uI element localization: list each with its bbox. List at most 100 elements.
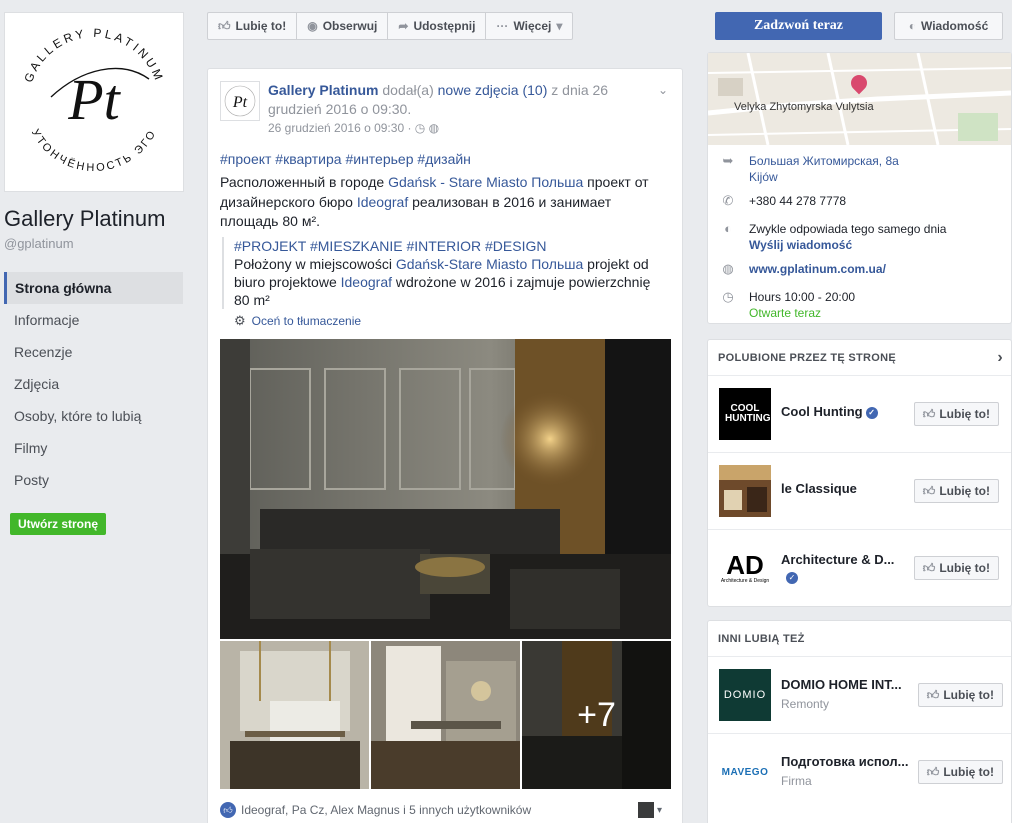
- address-city: Kijów: [749, 170, 778, 184]
- translated-ideograf-link[interactable]: Ideograf: [341, 274, 392, 290]
- mavego-logo[interactable]: MAVEGO: [719, 746, 771, 798]
- rate-translation-link[interactable]: ⚙ Oceń to tłumaczenie: [234, 313, 361, 329]
- le-classique-logo[interactable]: [719, 465, 771, 517]
- profile-picture[interactable]: GALLERY PLATINUM УТОНЧЁННОСТЬ ЭГО Pt: [4, 12, 184, 192]
- sidebar-item-videos[interactable]: Filmy: [4, 432, 183, 464]
- timestamp-text: 26 grudzień 2016 o 09:30 ·: [268, 121, 415, 135]
- caret-down-icon: ▾: [657, 804, 663, 816]
- message-button[interactable]: ◐ Wiadomość: [894, 12, 1003, 40]
- post-hashtags[interactable]: #проект #квартира #интерьер #дизайн: [220, 151, 471, 167]
- like-page-button[interactable]: 👍︎ Lubię to!: [917, 683, 1003, 707]
- website-row[interactable]: ◍ www.gplatinum.com.ua/: [720, 261, 886, 277]
- liked-page-item: COOL HUNTING Cool Hunting ✓ 👍︎ Lubię to!: [708, 376, 1011, 453]
- others-like-card: INNI LUBIĄ TEŻ DOMIO DOMIO HOME INT... R…: [707, 620, 1012, 823]
- more-photos-overlay[interactable]: +7: [522, 641, 671, 789]
- share-arrow-icon: ➦: [398, 19, 409, 33]
- address-row[interactable]: ➥ Большая Житомирская, 8а Kijów: [720, 153, 899, 185]
- suggested-page-name[interactable]: Подготовка испол...: [781, 754, 909, 769]
- follow-button[interactable]: ◉ Obserwuj: [296, 12, 389, 40]
- rss-icon: ◉: [307, 19, 318, 33]
- post-options-chevron-icon[interactable]: ⌄: [658, 83, 668, 97]
- sidebar-nav: Strona główna Informacje Recenzje Zdjęci…: [4, 272, 183, 496]
- location-link[interactable]: Gdańsk - Stare Miasto Польша: [388, 174, 583, 190]
- translation-block: #PROJEKT #MIESZKANIE #INTERIOR #DESIGN P…: [222, 237, 662, 309]
- response-time-text: Zwykle odpowiada tego samego dnia: [749, 222, 947, 236]
- liked-by-page-title: POLUBIONE PRZEZ TĘ STRONĘ: [718, 352, 897, 364]
- ad-logo[interactable]: AD Architecture & Design: [719, 542, 771, 594]
- direction-arrow-icon: ➥: [722, 153, 734, 168]
- suggested-page-name[interactable]: DOMIO HOME INT...: [781, 677, 902, 692]
- sidebar-item-home[interactable]: Strona główna: [4, 272, 183, 304]
- sidebar-item-about[interactable]: Informacje: [4, 304, 183, 336]
- ellipsis-icon: ···: [496, 19, 509, 33]
- liked-page-item: le Classique 👍︎ Lubię to!: [708, 453, 1011, 530]
- new-photos-link[interactable]: nowe zdjęcia (10): [438, 82, 548, 98]
- like-page-button[interactable]: 👍︎ Lubię to!: [913, 479, 999, 503]
- like-reaction-icon: 👍︎: [220, 802, 236, 818]
- post-text-part: Расположенный в городе: [220, 174, 389, 190]
- svg-text:УТОНЧЁННОСТЬ ЭГО: УТОНЧЁННОСТЬ ЭГО: [29, 127, 159, 174]
- follow-label: Obserwuj: [322, 19, 378, 33]
- ideograf-link[interactable]: Ideograf: [357, 194, 408, 210]
- more-button[interactable]: ··· Więcej ▾: [485, 12, 574, 40]
- ad-logo-subtext: Architecture & Design: [720, 578, 770, 584]
- translated-part: Położony w miejscowości: [234, 256, 396, 272]
- like-page-button[interactable]: 👍︎ Lubię to!: [913, 402, 999, 426]
- share-label: Udostępnij: [413, 19, 476, 33]
- caret-down-icon: ▾: [556, 19, 563, 33]
- sidebar-item-reviews[interactable]: Recenzje: [4, 336, 183, 368]
- address-text: Большая Житомирская, 8а Kijów: [749, 153, 899, 185]
- liked-page-name[interactable]: le Classique: [781, 481, 857, 496]
- thumbs-up-icon: 👍︎: [922, 560, 936, 575]
- post-author-avatar[interactable]: Pt: [220, 81, 260, 121]
- post-thumbnail-3[interactable]: +7: [522, 641, 671, 789]
- like-label: Lubię to!: [939, 561, 990, 575]
- like-page-button[interactable]: 👍︎ Lubię to!: [917, 760, 1003, 784]
- website-link[interactable]: www.gplatinum.com.ua/: [749, 261, 886, 277]
- send-message-link[interactable]: Wyślij wiadomość: [749, 238, 852, 252]
- suggested-page-item: DOMIO DOMIO HOME INT... Remonty 👍︎ Lubię…: [708, 657, 1011, 734]
- chevron-right-icon[interactable]: ›: [997, 340, 1003, 376]
- clock-icon: ◷: [414, 121, 426, 135]
- liked-page-name[interactable]: Architecture & D...: [781, 552, 894, 567]
- post-reactions[interactable]: 👍︎ Ideograf, Pa Cz, Alex Magnus i 5 inny…: [220, 802, 531, 818]
- post-timestamp[interactable]: 26 grudzień 2016 o 09:30 · ◷ ◍: [268, 121, 439, 135]
- create-page-button[interactable]: Utwórz stronę: [10, 513, 107, 535]
- post-as-selector[interactable]: ▾: [638, 802, 662, 818]
- thumbs-up-icon: 👍︎: [922, 406, 936, 421]
- post-main-photo[interactable]: [220, 339, 671, 639]
- gallery-platinum-logo: GALLERY PLATINUM УТОНЧЁННОСТЬ ЭГО Pt: [21, 26, 164, 174]
- location-map[interactable]: Velyka Zhytomyrska Vulytsia: [708, 53, 1011, 145]
- message-label: Wiadomość: [921, 19, 989, 33]
- like-page-button[interactable]: 👍︎ Lubię to!: [913, 556, 999, 580]
- globe-icon: ◍: [428, 121, 440, 135]
- post-thumbnail-1[interactable]: [220, 641, 369, 789]
- share-button[interactable]: ➦ Udostępnij: [387, 12, 487, 40]
- sidebar-item-posts[interactable]: Posty: [4, 464, 183, 496]
- about-card: Velyka Zhytomyrska Vulytsia ➥ Большая Жи…: [707, 52, 1012, 324]
- liked-page-name[interactable]: Cool Hunting ✓: [781, 404, 878, 419]
- translated-location-link[interactable]: Gdańsk-Stare Miasto Польша: [396, 256, 583, 272]
- map-image: [708, 53, 1011, 145]
- hours-row[interactable]: ◷ Hours 10:00 - 20:00 Otwarte teraz: [720, 289, 855, 321]
- like-page-button[interactable]: 👍︎ Lubię to!: [207, 12, 298, 40]
- cool-hunting-logo[interactable]: COOL HUNTING: [719, 388, 771, 440]
- call-now-button[interactable]: Zadzwoń teraz: [715, 12, 882, 40]
- like-label: Lubię to!: [939, 407, 990, 421]
- domio-logo[interactable]: DOMIO: [719, 669, 771, 721]
- phone-row[interactable]: ✆ +380 44 278 7778: [720, 193, 847, 209]
- liked-by-page-card: POLUBIONE PRZEZ TĘ STRONĘ › COOL HUNTING…: [707, 339, 1012, 607]
- post-author-link[interactable]: Gallery Platinum: [268, 82, 378, 98]
- avatar-logo-icon: Pt: [224, 85, 256, 117]
- gear-icon: ⚙: [234, 313, 246, 328]
- page-handle[interactable]: @gplatinum: [4, 236, 74, 251]
- post-thumbnail-2[interactable]: [371, 641, 520, 789]
- sidebar-item-likes[interactable]: Osoby, które to lubią: [4, 400, 183, 432]
- liked-by-page-header[interactable]: POLUBIONE PRZEZ TĘ STRONĘ ›: [708, 340, 1011, 376]
- others-like-title: INNI LUBIĄ TEŻ: [718, 633, 805, 645]
- page-title[interactable]: Gallery Platinum: [4, 206, 165, 232]
- sidebar-item-photos[interactable]: Zdjęcia: [4, 368, 183, 400]
- svg-text:Pt: Pt: [232, 94, 248, 111]
- translated-hashtags[interactable]: #PROJEKT #MIESZKANIE #INTERIOR #DESIGN: [234, 237, 662, 255]
- dining-room-image: [220, 641, 369, 789]
